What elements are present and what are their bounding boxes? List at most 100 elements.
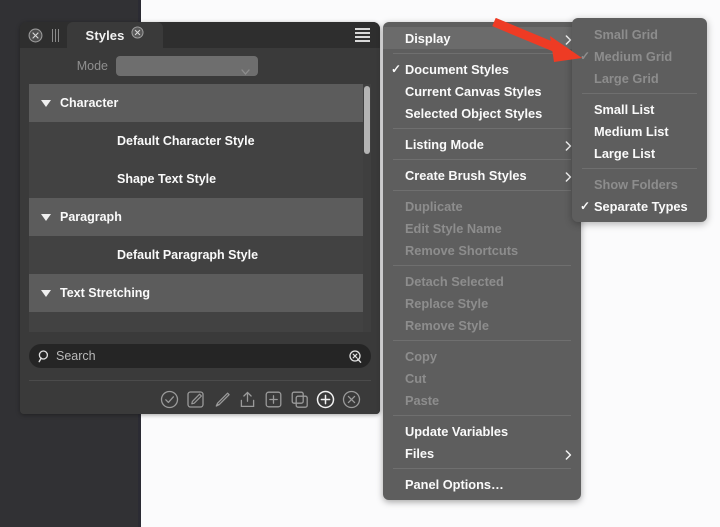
- style-row-label: Character: [60, 96, 118, 110]
- menu-separator: [393, 415, 571, 416]
- style-row-label: Paragraph: [60, 210, 122, 224]
- menu-item-label: Medium List: [594, 124, 669, 139]
- style-group-row[interactable]: Character: [29, 84, 371, 122]
- menu-separator: [582, 93, 697, 94]
- context-menu-item[interactable]: Update Variables: [383, 420, 581, 442]
- apply-style-icon[interactable]: [160, 390, 179, 409]
- context-menu-item: Cut: [383, 367, 581, 389]
- context-menu-item: Replace Style: [383, 292, 581, 314]
- menu-separator: [393, 468, 571, 469]
- style-item-row[interactable]: Default Character Style: [29, 122, 371, 160]
- tab-styles[interactable]: Styles: [67, 22, 163, 48]
- submenu-item[interactable]: Small List: [572, 98, 707, 120]
- submenu-item: Small Grid: [572, 23, 707, 45]
- screenshot-root: Styles Mode Chara: [0, 0, 720, 527]
- list-scrollbar[interactable]: [363, 84, 371, 332]
- new-style-icon[interactable]: [316, 390, 335, 409]
- context-menu-item[interactable]: Files: [383, 442, 581, 464]
- menu-item-label: Panel Options…: [405, 477, 504, 492]
- menu-item-label: Large Grid: [594, 71, 659, 86]
- menu-item-label: Remove Shortcuts: [405, 243, 518, 258]
- submenu-item[interactable]: Medium List: [572, 120, 707, 142]
- style-group-row[interactable]: Paragraph: [29, 198, 371, 236]
- context-menu-item: Duplicate: [383, 195, 581, 217]
- duplicate-style-icon[interactable]: [290, 390, 309, 409]
- style-item-row[interactable]: Shape Text Style: [29, 160, 371, 198]
- menu-item-label: Separate Types: [594, 199, 688, 214]
- add-style-square-icon[interactable]: [264, 390, 283, 409]
- context-menu-item: Detach Selected: [383, 270, 581, 292]
- menu-separator: [393, 190, 571, 191]
- submenu-item[interactable]: Large List: [572, 142, 707, 164]
- menu-separator: [393, 340, 571, 341]
- chevron-down-icon: [241, 62, 250, 68]
- list-scrollbar-thumb[interactable]: [364, 86, 370, 154]
- styles-list[interactable]: Character Default Character Style Shape Te…: [29, 84, 371, 332]
- display-submenu: Small Grid ✓Medium Grid Large Grid Small Li…: [572, 18, 707, 222]
- submenu-item: Show Folders: [572, 173, 707, 195]
- export-style-icon[interactable]: [238, 390, 257, 409]
- context-menu-item[interactable]: Listing Mode: [383, 133, 581, 155]
- menu-item-label: Display: [405, 31, 451, 46]
- pencil-icon[interactable]: [212, 390, 231, 409]
- context-menu-item[interactable]: ✓Document Styles: [383, 58, 581, 80]
- submenu-chevron-icon: [565, 139, 572, 149]
- clear-search-icon[interactable]: [348, 349, 363, 364]
- context-menu-item: Remove Style: [383, 314, 581, 336]
- edit-style-icon[interactable]: [186, 390, 205, 409]
- search-input[interactable]: Search: [56, 349, 348, 363]
- panel-context-menu: Display ✓Document Styles Current Canvas St…: [383, 22, 581, 500]
- menu-separator: [582, 168, 697, 169]
- context-menu-item: Edit Style Name: [383, 217, 581, 239]
- style-row-label: Text Stretching: [60, 286, 150, 300]
- menu-item-label: Small Grid: [594, 27, 658, 42]
- menu-item-label: Update Variables: [405, 424, 508, 439]
- disclosure-triangle-icon[interactable]: [41, 290, 51, 297]
- context-menu-item: Copy: [383, 345, 581, 367]
- menu-separator: [393, 128, 571, 129]
- mode-row: Mode: [20, 48, 380, 84]
- mode-select[interactable]: [116, 56, 258, 76]
- style-item-row[interactable]: Default Paragraph Style: [29, 236, 371, 274]
- panel-body: Mode Character Default Character Style Sha…: [20, 48, 380, 414]
- menu-item-label: Current Canvas Styles: [405, 84, 542, 99]
- submenu-item: ✓Medium Grid: [572, 45, 707, 67]
- menu-item-label: Listing Mode: [405, 137, 484, 152]
- style-row-label: Shape Text Style: [117, 172, 216, 186]
- menu-item-label: Selected Object Styles: [405, 106, 542, 121]
- menu-item-label: Create Brush Styles: [405, 168, 527, 183]
- menu-item-label: Replace Style: [405, 296, 488, 311]
- menu-item-label: Edit Style Name: [405, 221, 502, 236]
- context-menu-item: Paste: [383, 389, 581, 411]
- context-menu-item[interactable]: Create Brush Styles: [383, 164, 581, 186]
- style-row-label: Default Character Style: [117, 134, 255, 148]
- context-menu-item[interactable]: Selected Object Styles: [383, 102, 581, 124]
- context-menu-item[interactable]: Panel Options…: [383, 473, 581, 495]
- panel-divider: [29, 380, 371, 381]
- mode-label: Mode: [20, 59, 116, 73]
- checkmark-icon: ✓: [391, 62, 401, 76]
- menu-item-label: Copy: [405, 349, 437, 364]
- search-field[interactable]: Search: [29, 344, 371, 368]
- tab-styles-label: Styles: [86, 28, 125, 43]
- menu-item-label: Large List: [594, 146, 655, 161]
- disclosure-triangle-icon[interactable]: [41, 214, 51, 221]
- delete-style-icon[interactable]: [342, 390, 361, 409]
- checkmark-icon: ✓: [580, 199, 590, 213]
- disclosure-triangle-icon[interactable]: [41, 100, 51, 107]
- drag-grip-icon[interactable]: [51, 29, 61, 42]
- menu-item-label: Remove Style: [405, 318, 489, 333]
- context-menu-item: Remove Shortcuts: [383, 239, 581, 261]
- panel-menu-icon[interactable]: [355, 28, 370, 42]
- style-group-row[interactable]: Text Stretching: [29, 274, 371, 312]
- tab-close-icon[interactable]: [131, 26, 144, 44]
- panel-close-icon[interactable]: [28, 28, 43, 43]
- search-icon: [37, 349, 52, 364]
- context-menu-item[interactable]: Display: [383, 27, 581, 49]
- submenu-chevron-icon: [565, 33, 572, 43]
- context-menu-item[interactable]: Current Canvas Styles: [383, 80, 581, 102]
- submenu-chevron-icon: [565, 448, 572, 458]
- submenu-item[interactable]: ✓ Separate Types: [572, 195, 707, 217]
- styles-toolbar: [29, 384, 371, 414]
- submenu-chevron-icon: [565, 170, 572, 180]
